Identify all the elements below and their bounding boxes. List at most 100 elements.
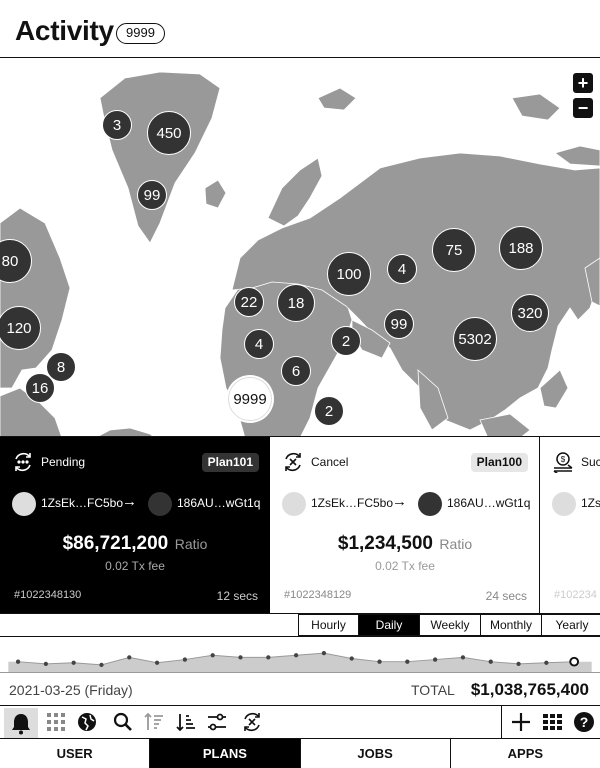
sparkline-point[interactable] (460, 655, 466, 660)
map-cluster-marker[interactable]: 22 (234, 287, 264, 317)
sparkline-point[interactable] (516, 661, 521, 666)
bell-icon[interactable] (4, 708, 38, 738)
card-status: Cancel (311, 455, 349, 469)
map-cluster-marker[interactable]: 99 (137, 180, 167, 210)
grid-dots-icon[interactable] (45, 711, 67, 733)
sort-desc-icon[interactable] (175, 711, 197, 733)
header: Activity 9999 (0, 0, 600, 57)
amount: $1,234,500 Ratio (270, 533, 540, 555)
zoom-in-button[interactable]: + (572, 72, 594, 94)
toolbar: ? (0, 706, 600, 739)
tx-id[interactable]: #1022348129 (284, 589, 351, 601)
map-cluster-marker[interactable]: 188 (499, 226, 543, 270)
nav-jobs[interactable]: JOBS (300, 739, 451, 768)
map-cluster-marker[interactable]: 450 (147, 111, 191, 155)
sparkline-point[interactable] (293, 653, 299, 658)
tab-yearly[interactable]: Yearly (542, 614, 600, 636)
map-cluster-marker[interactable]: 2 (331, 326, 361, 356)
cancel-exchange-icon[interactable] (241, 711, 263, 733)
ratio-label: Ratio (439, 536, 473, 552)
sparkline-point[interactable] (405, 659, 410, 664)
sender-address[interactable]: 1ZsEk…FC5bo (41, 496, 123, 510)
search-icon[interactable] (112, 711, 134, 733)
amount: $86,721,200 Ratio (0, 533, 270, 555)
plus-icon[interactable] (510, 711, 532, 733)
tab-daily[interactable]: Daily (359, 614, 420, 636)
activity-count-badge: 9999 (116, 23, 165, 44)
activity-sparkline[interactable] (0, 636, 600, 672)
transaction-card[interactable]: $ Suc 1Zs #102234 (540, 437, 600, 613)
map-cluster-marker[interactable]: 5302 (453, 317, 497, 361)
map-cluster-marker[interactable]: 4 (244, 329, 274, 359)
tab-monthly[interactable]: Monthly (481, 614, 542, 636)
sparkline-point[interactable] (238, 655, 243, 660)
nav-apps[interactable]: APPS (450, 739, 600, 768)
sparkline-point[interactable] (182, 657, 188, 662)
transaction-card[interactable]: Pending Plan101 1ZsEk…FC5bo → 186AU…wGt1… (0, 437, 270, 613)
sparkline-point[interactable] (154, 660, 160, 665)
sender-avatar (282, 492, 306, 516)
receiver-address[interactable]: 186AU…wGt1q (177, 496, 260, 510)
sparkline-point[interactable] (349, 656, 354, 661)
sparkline-point[interactable] (266, 655, 271, 660)
ratio-label: Ratio (174, 536, 208, 552)
map-cluster-marker[interactable]: 100 (327, 252, 371, 296)
help-icon[interactable]: ? (573, 711, 595, 733)
pending-icon (15, 452, 31, 472)
map-cluster-marker[interactable]: 18 (277, 284, 315, 322)
card-status: Pending (41, 455, 86, 469)
map-cluster-marker[interactable]: 2 (314, 396, 344, 426)
map-cluster-marker[interactable]: 4 (387, 254, 417, 284)
sparkline-point[interactable] (321, 651, 327, 656)
dollar-exchange-icon: $ (553, 452, 573, 473)
arrow-right-icon: → (392, 493, 407, 510)
sparkline-point[interactable] (71, 660, 76, 665)
map-cluster-marker[interactable]: 320 (511, 294, 549, 332)
nav-user[interactable]: USER (0, 739, 151, 768)
tab-hourly[interactable]: Hourly (298, 614, 359, 636)
map-cluster-marker[interactable]: 3 (102, 110, 132, 140)
tx-id[interactable]: #1022348130 (14, 589, 81, 601)
transaction-cards: Pending Plan101 1ZsEk…FC5bo → 186AU…wGt1… (0, 437, 600, 614)
grid-list-icon[interactable] (542, 711, 564, 733)
sparkline-point[interactable] (210, 653, 215, 658)
svg-text:$: $ (561, 455, 566, 464)
tx-id[interactable]: #102234 (554, 589, 597, 601)
filter-sliders-icon[interactable] (206, 711, 228, 733)
sparkline-point[interactable] (99, 662, 104, 668)
sparkline-point[interactable] (127, 655, 132, 660)
time-range-tabs: Hourly Daily Weekly Monthly Yearly (298, 614, 600, 636)
selected-date: 2021-03-25 (Friday) (9, 682, 133, 698)
nav-plans[interactable]: PLANS (150, 739, 301, 768)
sender-avatar (552, 492, 576, 516)
map-cluster-marker[interactable]: 6 (281, 356, 311, 386)
sparkline-selected-point[interactable] (569, 656, 580, 667)
arrow-right-icon: → (122, 493, 137, 510)
tx-time: 24 secs (485, 589, 527, 603)
map-cluster-marker[interactable]: 99 (384, 309, 414, 339)
toolbar-divider (501, 706, 502, 739)
sparkline-point[interactable] (433, 657, 438, 662)
tab-weekly[interactable]: Weekly (420, 614, 481, 636)
map-cluster-marker[interactable]: 75 (432, 228, 476, 272)
sparkline-point[interactable] (15, 659, 21, 664)
sender-address[interactable]: 1ZsEk…FC5bo (311, 496, 393, 510)
sparkline-point[interactable] (488, 659, 493, 664)
sparkline-point[interactable] (544, 660, 549, 665)
sparkline-point[interactable] (377, 659, 382, 664)
globe-icon[interactable] (76, 711, 98, 733)
tx-time: 12 secs (216, 589, 258, 603)
sender-address[interactable]: 1Zs (581, 496, 600, 510)
sparkline-point[interactable] (43, 661, 48, 666)
plan-badge[interactable]: Plan100 (470, 453, 528, 472)
world-map[interactable]: 3 450 99 80 120 8 16 22 18 4 6 9999 100 4 2 99 2 75 188 320… (0, 57, 600, 437)
plan-badge[interactable]: Plan101 (201, 453, 259, 472)
zoom-out-button[interactable]: − (572, 97, 594, 119)
transaction-card[interactable]: Cancel Plan100 1ZsEk…FC5bo → 186AU…wGt1q… (270, 437, 540, 613)
amount-value: $1,234,500 (337, 533, 433, 554)
sort-asc-icon[interactable] (143, 711, 165, 733)
receiver-address[interactable]: 186AU…wGt1q (447, 496, 530, 510)
map-cluster-marker[interactable]: 16 (25, 373, 55, 403)
receiver-avatar (418, 492, 442, 516)
map-cluster-marker[interactable]: 9999 (228, 377, 272, 421)
